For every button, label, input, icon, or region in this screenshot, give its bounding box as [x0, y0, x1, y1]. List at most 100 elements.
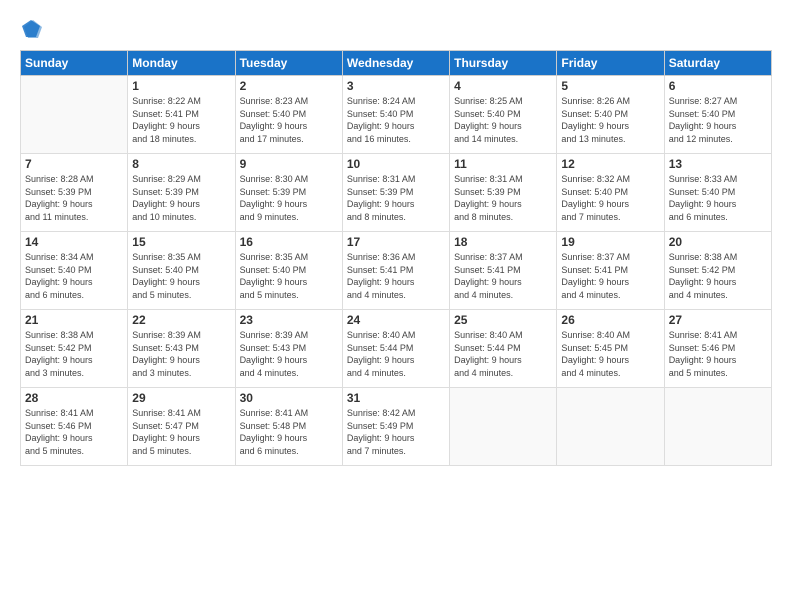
day-number: 26 — [561, 313, 659, 327]
cell-info: Sunrise: 8:23 AMSunset: 5:40 PMDaylight:… — [240, 95, 338, 145]
cell-info: Sunrise: 8:33 AMSunset: 5:40 PMDaylight:… — [669, 173, 767, 223]
cell-info: Sunrise: 8:42 AMSunset: 5:49 PMDaylight:… — [347, 407, 445, 457]
header — [20, 18, 772, 40]
cell-info: Sunrise: 8:29 AMSunset: 5:39 PMDaylight:… — [132, 173, 230, 223]
calendar-cell: 27Sunrise: 8:41 AMSunset: 5:46 PMDayligh… — [664, 310, 771, 388]
calendar-cell: 3Sunrise: 8:24 AMSunset: 5:40 PMDaylight… — [342, 76, 449, 154]
day-number: 18 — [454, 235, 552, 249]
day-number: 17 — [347, 235, 445, 249]
cell-info: Sunrise: 8:25 AMSunset: 5:40 PMDaylight:… — [454, 95, 552, 145]
cell-info: Sunrise: 8:41 AMSunset: 5:46 PMDaylight:… — [25, 407, 123, 457]
day-number: 22 — [132, 313, 230, 327]
day-number: 15 — [132, 235, 230, 249]
day-number: 2 — [240, 79, 338, 93]
calendar-cell: 2 Sunrise: 8:23 AMSunset: 5:40 PMDaylight… — [235, 76, 342, 154]
calendar-cell: 9Sunrise: 8:30 AMSunset: 5:39 PMDaylight… — [235, 154, 342, 232]
calendar-cell: 21Sunrise: 8:38 AMSunset: 5:42 PMDayligh… — [21, 310, 128, 388]
day-number: 14 — [25, 235, 123, 249]
day-number: 6 — [669, 79, 767, 93]
calendar-cell: 4 Sunrise: 8:25 AMSunset: 5:40 PMDaylight… — [450, 76, 557, 154]
day-number: 27 — [669, 313, 767, 327]
calendar-cell: 26 Sunrise: 8:40 AMSunset: 5:45 PMDayligh… — [557, 310, 664, 388]
logo-icon — [20, 18, 42, 40]
day-number: 10 — [347, 157, 445, 171]
day-number: 23 — [240, 313, 338, 327]
cell-info: Sunrise: 8:35 AMSunset: 5:40 PMDaylight:… — [240, 251, 338, 301]
day-number: 24 — [347, 313, 445, 327]
calendar-cell: 10 Sunrise: 8:31 AMSunset: 5:39 PMDayligh… — [342, 154, 449, 232]
day-number: 12 — [561, 157, 659, 171]
calendar-cell: 16Sunrise: 8:35 AMSunset: 5:40 PMDayligh… — [235, 232, 342, 310]
cell-info: Sunrise: 8:39 AMSunset: 5:43 PMDaylight:… — [240, 329, 338, 379]
day-number: 29 — [132, 391, 230, 405]
calendar-table: SundayMondayTuesdayWednesdayThursdayFrid… — [20, 50, 772, 466]
cell-info: Sunrise: 8:37 AMSunset: 5:41 PMDaylight:… — [561, 251, 659, 301]
calendar-cell: 14 Sunrise: 8:34 AMSunset: 5:40 PMDayligh… — [21, 232, 128, 310]
day-number: 20 — [669, 235, 767, 249]
calendar-cell — [664, 388, 771, 466]
day-number: 4 — [454, 79, 552, 93]
cell-info: Sunrise: 8:38 AMSunset: 5:42 PMDaylight:… — [25, 329, 123, 379]
calendar-cell: 25 Sunrise: 8:40 AMSunset: 5:44 PMDayligh… — [450, 310, 557, 388]
calendar-cell: 8 Sunrise: 8:29 AMSunset: 5:39 PMDaylight… — [128, 154, 235, 232]
cell-info: Sunrise: 8:36 AMSunset: 5:41 PMDaylight:… — [347, 251, 445, 301]
cell-info: Sunrise: 8:30 AMSunset: 5:39 PMDaylight:… — [240, 173, 338, 223]
day-number: 11 — [454, 157, 552, 171]
calendar-cell — [450, 388, 557, 466]
calendar-cell: 29 Sunrise: 8:41 AMSunset: 5:47 PMDayligh… — [128, 388, 235, 466]
calendar-cell: 30 Sunrise: 8:41 AMSunset: 5:48 PMDayligh… — [235, 388, 342, 466]
day-number: 30 — [240, 391, 338, 405]
cell-info: Sunrise: 8:40 AMSunset: 5:45 PMDaylight:… — [561, 329, 659, 379]
day-number: 28 — [25, 391, 123, 405]
cell-info: Sunrise: 8:35 AMSunset: 5:40 PMDaylight:… — [132, 251, 230, 301]
header-day-wednesday: Wednesday — [342, 51, 449, 76]
calendar-cell: 7 Sunrise: 8:28 AMSunset: 5:39 PMDaylight… — [21, 154, 128, 232]
calendar-cell: 18Sunrise: 8:37 AMSunset: 5:41 PMDayligh… — [450, 232, 557, 310]
header-day-friday: Friday — [557, 51, 664, 76]
day-number: 19 — [561, 235, 659, 249]
calendar-cell: 11Sunrise: 8:31 AMSunset: 5:39 PMDayligh… — [450, 154, 557, 232]
logo — [20, 18, 44, 40]
calendar-cell: 28 Sunrise: 8:41 AMSunset: 5:46 PMDayligh… — [21, 388, 128, 466]
cell-info: Sunrise: 8:34 AMSunset: 5:40 PMDaylight:… — [25, 251, 123, 301]
cell-info: Sunrise: 8:40 AMSunset: 5:44 PMDaylight:… — [347, 329, 445, 379]
cell-info: Sunrise: 8:27 AMSunset: 5:40 PMDaylight:… — [669, 95, 767, 145]
header-day-saturday: Saturday — [664, 51, 771, 76]
header-day-thursday: Thursday — [450, 51, 557, 76]
day-number: 25 — [454, 313, 552, 327]
cell-info: Sunrise: 8:26 AMSunset: 5:40 PMDaylight:… — [561, 95, 659, 145]
cell-info: Sunrise: 8:28 AMSunset: 5:39 PMDaylight:… — [25, 173, 123, 223]
header-day-tuesday: Tuesday — [235, 51, 342, 76]
day-number: 31 — [347, 391, 445, 405]
calendar-cell — [21, 76, 128, 154]
cell-info: Sunrise: 8:40 AMSunset: 5:44 PMDaylight:… — [454, 329, 552, 379]
cell-info: Sunrise: 8:39 AMSunset: 5:43 PMDaylight:… — [132, 329, 230, 379]
day-number: 5 — [561, 79, 659, 93]
day-number: 3 — [347, 79, 445, 93]
header-day-sunday: Sunday — [21, 51, 128, 76]
calendar-cell: 19 Sunrise: 8:37 AMSunset: 5:41 PMDayligh… — [557, 232, 664, 310]
cell-info: Sunrise: 8:41 AMSunset: 5:47 PMDaylight:… — [132, 407, 230, 457]
calendar-cell: 13 Sunrise: 8:33 AMSunset: 5:40 PMDayligh… — [664, 154, 771, 232]
calendar-cell: 20 Sunrise: 8:38 AMSunset: 5:42 PMDayligh… — [664, 232, 771, 310]
day-number: 13 — [669, 157, 767, 171]
cell-info: Sunrise: 8:41 AMSunset: 5:48 PMDaylight:… — [240, 407, 338, 457]
header-row: SundayMondayTuesdayWednesdayThursdayFrid… — [21, 51, 772, 76]
cell-info: Sunrise: 8:32 AMSunset: 5:40 PMDaylight:… — [561, 173, 659, 223]
calendar-header: SundayMondayTuesdayWednesdayThursdayFrid… — [21, 51, 772, 76]
calendar-cell: 22 Sunrise: 8:39 AMSunset: 5:43 PMDayligh… — [128, 310, 235, 388]
week-row-2: 14 Sunrise: 8:34 AMSunset: 5:40 PMDayligh… — [21, 232, 772, 310]
calendar-cell: 15 Sunrise: 8:35 AMSunset: 5:40 PMDayligh… — [128, 232, 235, 310]
calendar-cell: 5 Sunrise: 8:26 AMSunset: 5:40 PMDaylight… — [557, 76, 664, 154]
week-row-1: 7 Sunrise: 8:28 AMSunset: 5:39 PMDaylight… — [21, 154, 772, 232]
cell-info: Sunrise: 8:38 AMSunset: 5:42 PMDaylight:… — [669, 251, 767, 301]
week-row-0: 1Sunrise: 8:22 AMSunset: 5:41 PMDaylight… — [21, 76, 772, 154]
cell-info: Sunrise: 8:22 AMSunset: 5:41 PMDaylight:… — [132, 95, 230, 145]
week-row-4: 28 Sunrise: 8:41 AMSunset: 5:46 PMDayligh… — [21, 388, 772, 466]
day-number: 8 — [132, 157, 230, 171]
calendar-cell: 24 Sunrise: 8:40 AMSunset: 5:44 PMDayligh… — [342, 310, 449, 388]
cell-info: Sunrise: 8:31 AMSunset: 5:39 PMDaylight:… — [347, 173, 445, 223]
calendar-cell: 17 Sunrise: 8:36 AMSunset: 5:41 PMDayligh… — [342, 232, 449, 310]
day-number: 7 — [25, 157, 123, 171]
week-row-3: 21Sunrise: 8:38 AMSunset: 5:42 PMDayligh… — [21, 310, 772, 388]
